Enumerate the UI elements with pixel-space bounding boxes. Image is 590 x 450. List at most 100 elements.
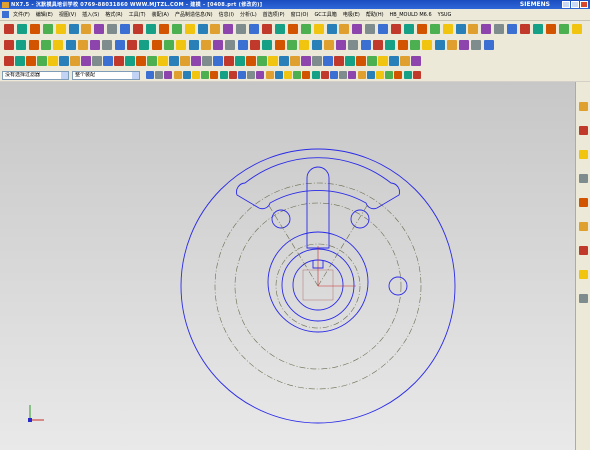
hole-icon[interactable]: [391, 24, 401, 34]
snap-icon[interactable]: [412, 71, 421, 79]
snap-icon[interactable]: [302, 71, 311, 79]
boss-icon[interactable]: [345, 56, 355, 66]
minimize-button[interactable]: [562, 1, 570, 8]
open-icon[interactable]: [16, 40, 27, 50]
point-icon[interactable]: [558, 24, 569, 34]
shell-icon[interactable]: [133, 24, 143, 34]
extrude-icon[interactable]: [55, 24, 66, 34]
hole-icon[interactable]: [70, 56, 80, 66]
hole-icon[interactable]: [334, 56, 344, 66]
extrude-icon[interactable]: [365, 24, 376, 34]
assembly-navigator-icon[interactable]: [579, 102, 588, 111]
menu-gc-toolkit[interactable]: GC工具箱: [311, 11, 339, 18]
boss-icon[interactable]: [94, 24, 105, 34]
line-icon[interactable]: [180, 56, 190, 66]
snap-icon[interactable]: [366, 71, 375, 79]
snap-icon[interactable]: [293, 71, 302, 79]
snap-icon[interactable]: [376, 71, 384, 79]
chamfer-icon[interactable]: [367, 56, 377, 66]
text-icon[interactable]: [176, 40, 187, 50]
system-materials-icon[interactable]: [579, 222, 588, 231]
pattern-icon[interactable]: [139, 40, 150, 50]
shell-icon[interactable]: [127, 40, 137, 50]
menu-pmi[interactable]: 产品制造信息(N): [172, 11, 216, 18]
new-icon[interactable]: [313, 24, 324, 34]
pattern-icon[interactable]: [389, 56, 399, 66]
snap-icon[interactable]: [571, 24, 582, 34]
snap-icon[interactable]: [394, 71, 403, 79]
open-icon[interactable]: [326, 24, 337, 34]
text-icon[interactable]: [494, 24, 505, 34]
chamfer-icon[interactable]: [103, 56, 113, 66]
line-icon[interactable]: [520, 24, 530, 34]
blend-icon[interactable]: [102, 40, 113, 50]
menu-view[interactable]: 视图(V): [56, 11, 79, 18]
line-icon[interactable]: [210, 24, 221, 34]
measure-icon[interactable]: [257, 56, 267, 66]
circle-icon[interactable]: [545, 24, 556, 34]
new-icon[interactable]: [299, 40, 310, 50]
render-icon[interactable]: [274, 40, 285, 50]
snap-icon[interactable]: [210, 71, 219, 79]
snap-icon[interactable]: [192, 71, 200, 79]
curve-icon[interactable]: [483, 40, 494, 50]
open-icon[interactable]: [279, 56, 289, 66]
blend-icon[interactable]: [356, 56, 366, 66]
snap-icon[interactable]: [403, 71, 412, 79]
snap-icon[interactable]: [219, 71, 228, 79]
snap-icon[interactable]: [250, 40, 260, 50]
open-icon[interactable]: [15, 56, 25, 66]
reuse-library-icon[interactable]: [579, 150, 588, 159]
palette-icon[interactable]: [579, 294, 588, 303]
menu-file[interactable]: 文件(F): [10, 11, 33, 18]
snap-icon[interactable]: [274, 71, 283, 79]
snap-icon[interactable]: [357, 71, 366, 79]
menu-hb-mould[interactable]: HB_MOULD M6.6: [387, 12, 435, 18]
circle-icon[interactable]: [225, 40, 236, 50]
chamfer-icon[interactable]: [409, 40, 420, 50]
curve-icon[interactable]: [188, 40, 199, 50]
trim-icon[interactable]: [459, 40, 470, 50]
trim-icon[interactable]: [411, 56, 421, 66]
arc-icon[interactable]: [191, 56, 201, 66]
new-icon[interactable]: [4, 56, 14, 66]
chamfer-icon[interactable]: [429, 24, 440, 34]
blend-icon[interactable]: [416, 24, 427, 34]
graphics-window[interactable]: [0, 82, 575, 450]
hole-icon[interactable]: [81, 24, 92, 34]
save-icon[interactable]: [323, 40, 334, 50]
app-menu-icon[interactable]: [2, 11, 9, 18]
extrude-icon[interactable]: [48, 56, 58, 66]
arc-icon[interactable]: [532, 24, 543, 34]
boss-icon[interactable]: [90, 40, 101, 50]
point-icon[interactable]: [213, 56, 223, 66]
curve-icon[interactable]: [197, 24, 208, 34]
boss-icon[interactable]: [403, 24, 414, 34]
snap-icon[interactable]: [146, 71, 154, 79]
measure-icon[interactable]: [286, 40, 297, 50]
snap-icon[interactable]: [247, 71, 256, 79]
sketch-icon[interactable]: [336, 40, 347, 50]
circle-icon[interactable]: [202, 56, 212, 66]
snap-icon[interactable]: [330, 71, 338, 79]
mirror-icon[interactable]: [136, 56, 146, 66]
menu-ysug[interactable]: YSUG: [435, 12, 455, 18]
chamfer-icon[interactable]: [120, 24, 131, 34]
part-navigator-icon[interactable]: [579, 126, 588, 135]
extrude-icon[interactable]: [312, 56, 322, 66]
snap-icon[interactable]: [256, 71, 265, 79]
trim-icon[interactable]: [147, 56, 157, 66]
snap-icon[interactable]: [201, 71, 210, 79]
sketch-icon[interactable]: [40, 40, 51, 50]
measure-icon[interactable]: [300, 24, 311, 34]
mirror-icon[interactable]: [446, 40, 457, 50]
pattern-icon[interactable]: [125, 56, 135, 66]
render-icon[interactable]: [287, 24, 298, 34]
blend-icon[interactable]: [107, 24, 118, 34]
menu-insert[interactable]: 插入(S): [79, 11, 102, 18]
snap-icon[interactable]: [228, 71, 237, 79]
menu-analysis[interactable]: 分析(L): [237, 11, 260, 18]
trim-icon[interactable]: [171, 24, 182, 34]
mirror-icon[interactable]: [400, 56, 410, 66]
menu-tools[interactable]: 工具(T): [126, 11, 149, 18]
